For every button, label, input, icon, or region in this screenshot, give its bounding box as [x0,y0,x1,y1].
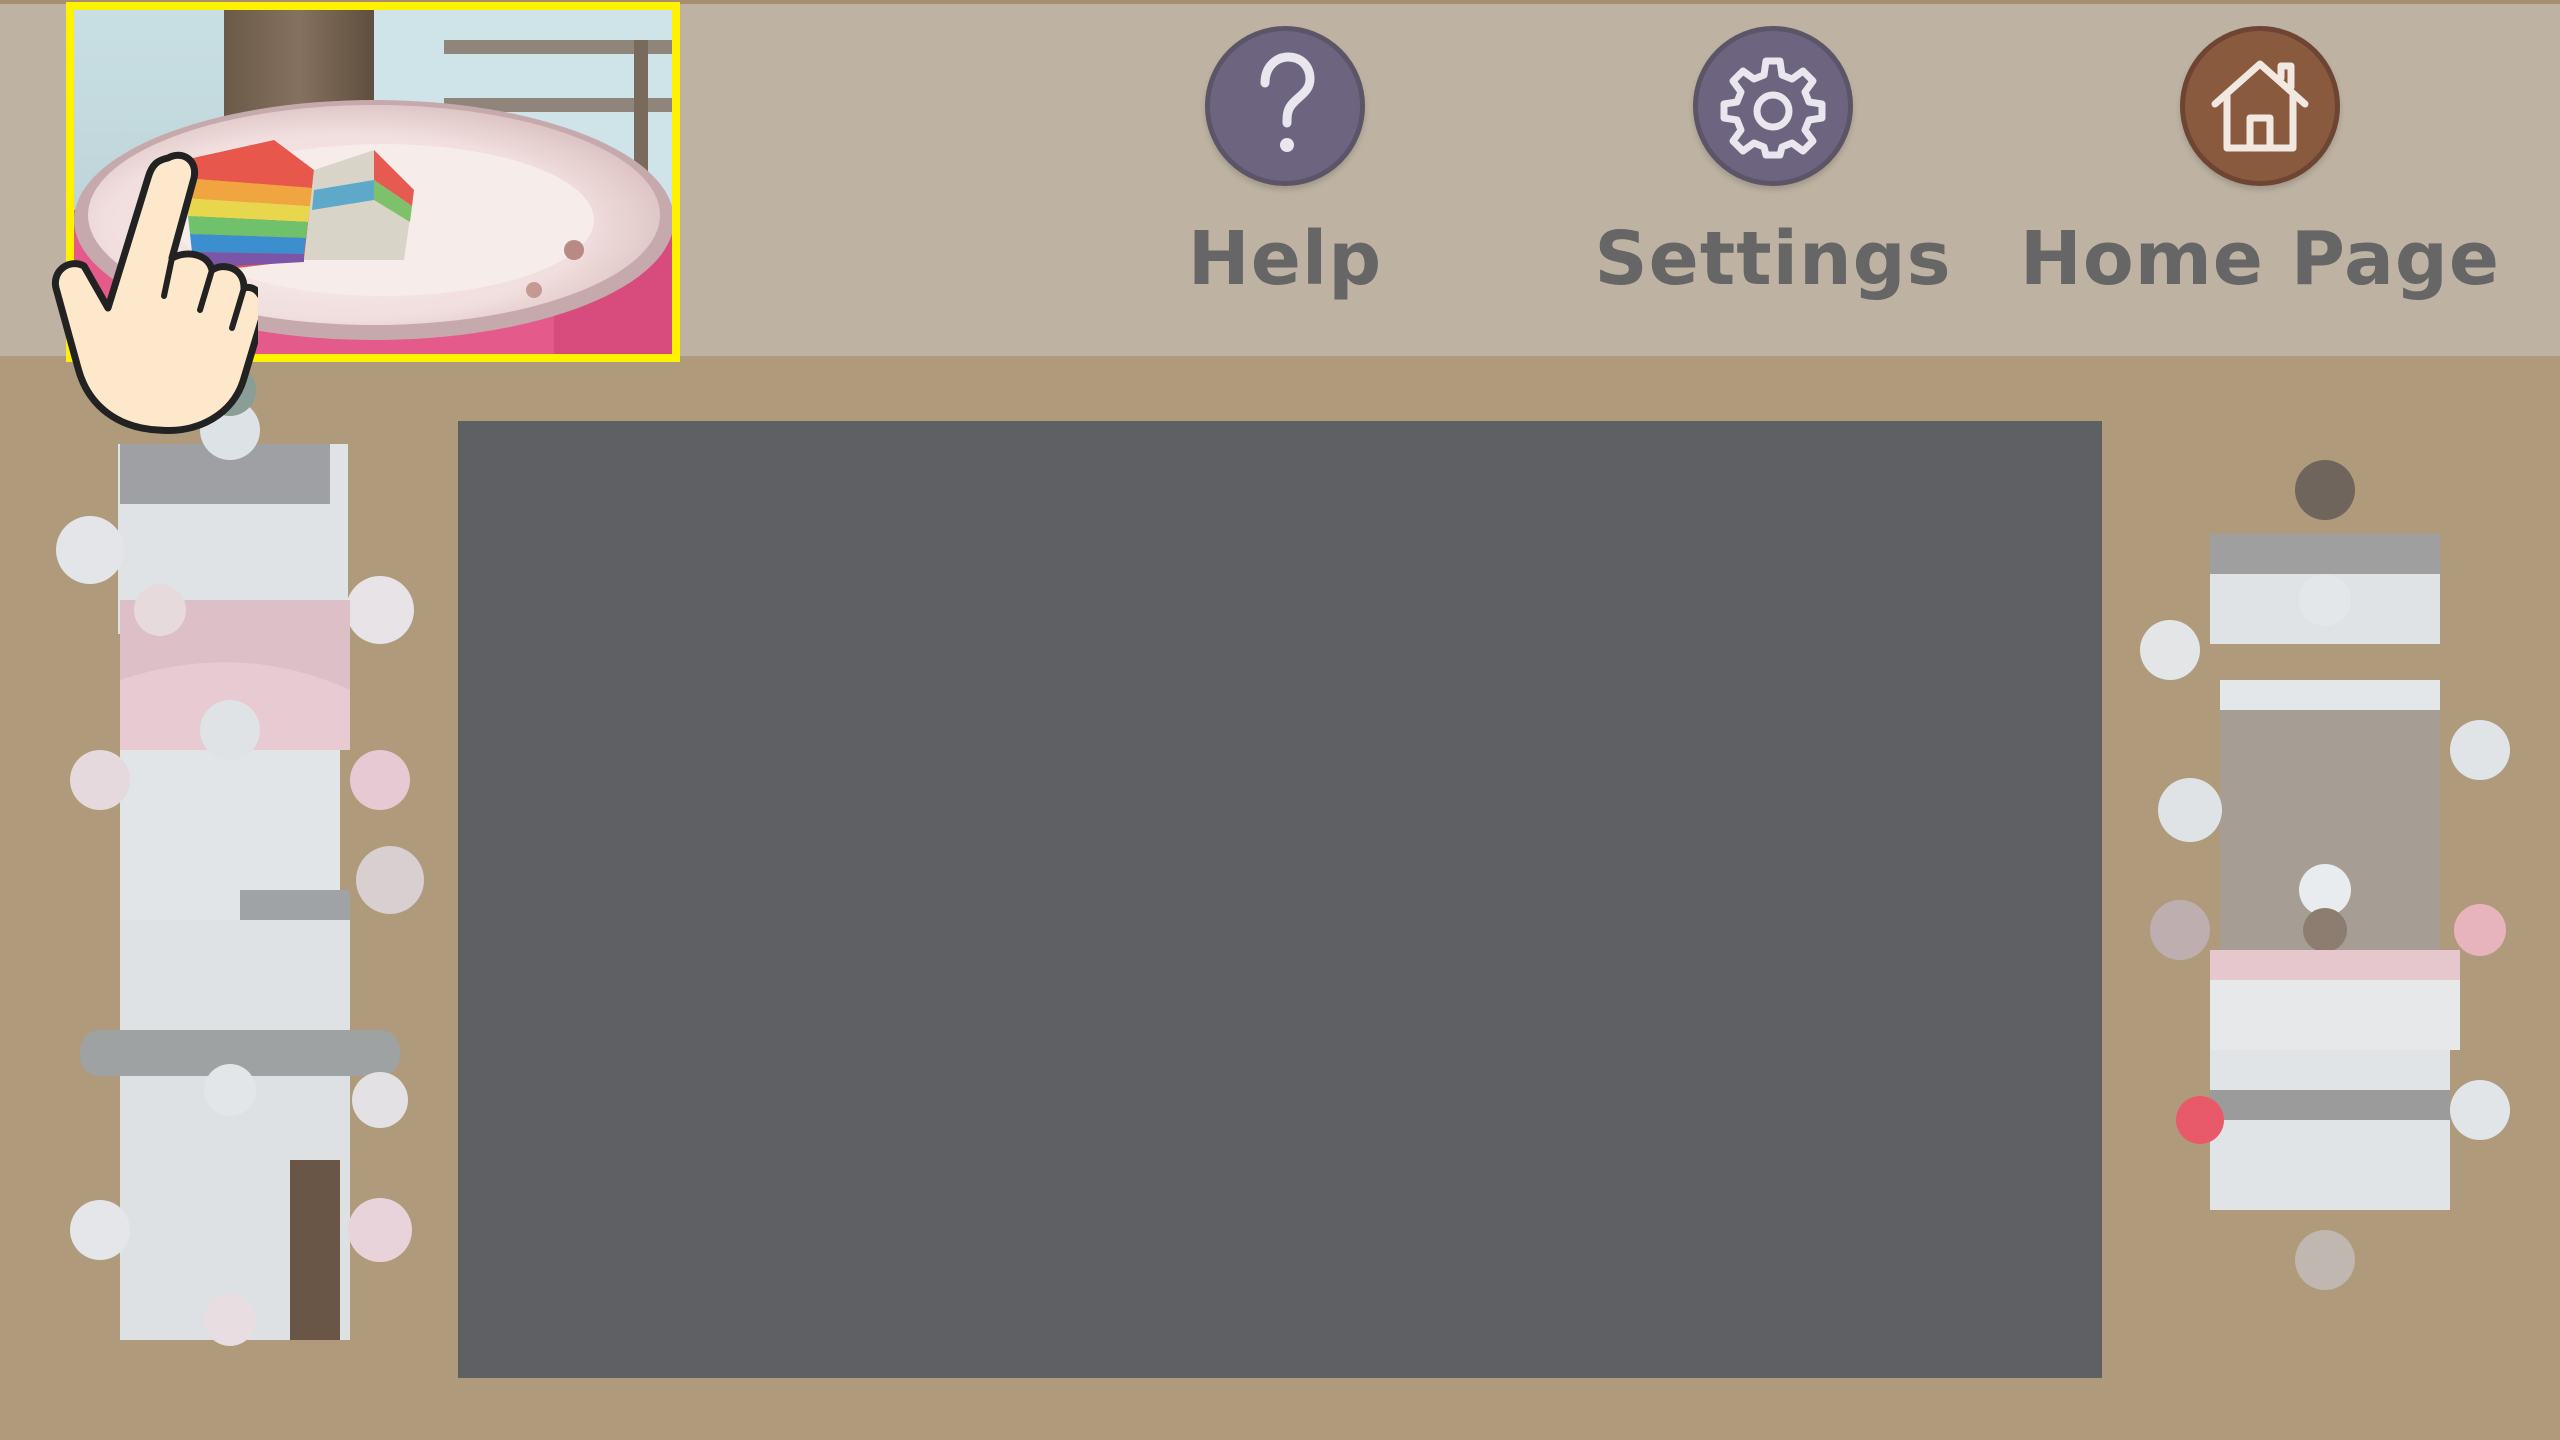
right-piece-tray [2140,460,2510,1290]
puzzle-piece[interactable] [80,1030,408,1220]
home-page-label: Home Page [2019,216,2501,302]
left-piece-tray [56,364,424,1346]
gear-icon [1720,57,1826,159]
reference-image [74,10,672,354]
reference-image-thumbnail[interactable] [66,2,680,362]
house-icon [2211,60,2309,152]
puzzle-piece[interactable] [2158,680,2510,952]
puzzle-board[interactable] [458,421,2102,1378]
help-label: Help [1187,216,1383,302]
home-page-button[interactable]: Home Page [2020,26,2499,326]
question-mark-icon [1260,52,1315,152]
game-screen: Help Settings Home Page [0,0,2560,1440]
rainbow-cake [184,140,414,272]
settings-label: Settings [1594,216,1952,302]
settings-button[interactable]: Settings [1594,26,1951,326]
puzzle-piece[interactable] [2176,1050,2510,1290]
help-circle [1205,26,1365,186]
puzzle-piece[interactable] [2140,460,2440,680]
help-button[interactable]: Help [1115,26,1455,326]
home-circle [2180,26,2340,186]
settings-circle [1693,26,1853,186]
